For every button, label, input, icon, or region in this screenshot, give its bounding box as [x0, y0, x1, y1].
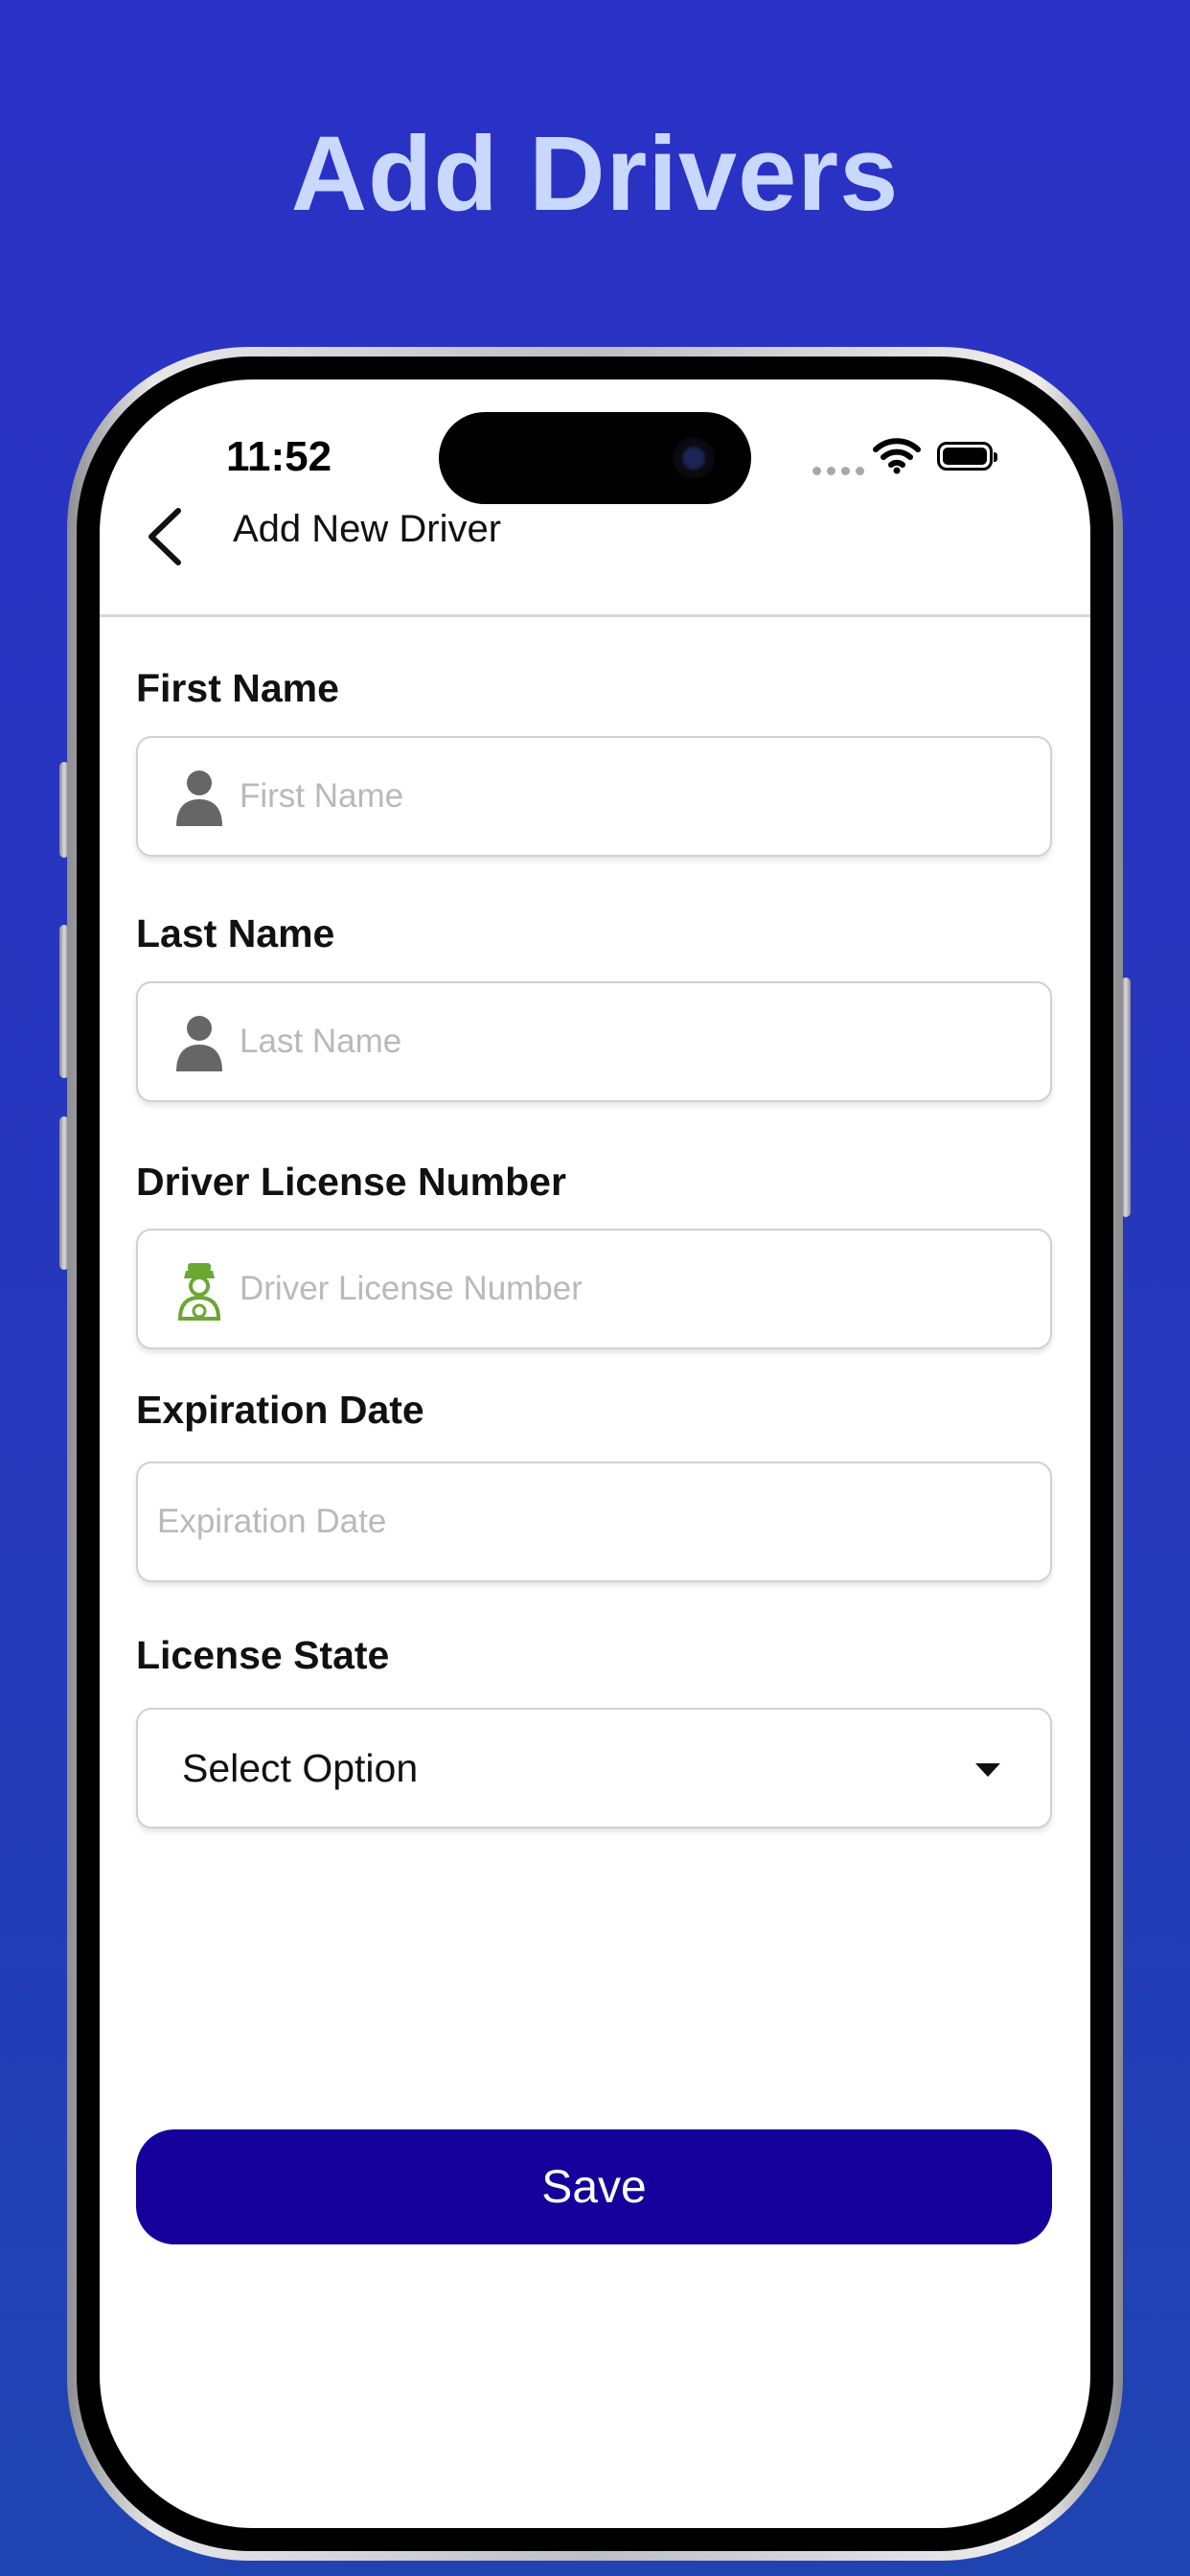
last-name-input[interactable]: Last Name: [136, 981, 1052, 1102]
last-name-label: Last Name: [136, 911, 335, 955]
person-icon: [176, 770, 222, 826]
status-indicators: [805, 436, 1006, 484]
driver-icon: [177, 1263, 221, 1321]
save-button[interactable]: Save: [136, 2129, 1052, 2244]
license-number-placeholder: Driver License Number: [240, 1270, 583, 1307]
person-icon: [176, 1016, 222, 1071]
promo-title: Add Drivers: [290, 115, 900, 233]
license-number-label: Driver License Number: [136, 1160, 566, 1204]
first-name-input[interactable]: First Name: [136, 736, 1052, 857]
expiration-date-input[interactable]: Expiration Date: [136, 1461, 1052, 1582]
first-name-placeholder: First Name: [240, 777, 404, 815]
expiration-date-label: Expiration Date: [136, 1388, 424, 1432]
first-name-label: First Name: [136, 666, 339, 710]
wifi-icon: [873, 438, 921, 474]
license-number-input[interactable]: Driver License Number: [136, 1229, 1052, 1349]
license-state-label: License State: [136, 1633, 390, 1677]
battery-icon: [937, 442, 997, 471]
caret-down-icon: [975, 1763, 1000, 1777]
back-button[interactable]: [142, 503, 190, 570]
expiration-date-placeholder: Expiration Date: [157, 1503, 387, 1540]
status-time: 11:52: [226, 433, 332, 480]
cellular-signal-icon: [812, 467, 864, 475]
license-state-value: Select Option: [182, 1746, 419, 1790]
license-state-select[interactable]: Select Option: [136, 1708, 1052, 1828]
front-camera: [673, 437, 715, 479]
last-name-placeholder: Last Name: [240, 1023, 402, 1060]
chevron-left-icon: [149, 508, 181, 565]
header-divider: [100, 614, 1090, 617]
page-title: Add New Driver: [233, 508, 502, 550]
